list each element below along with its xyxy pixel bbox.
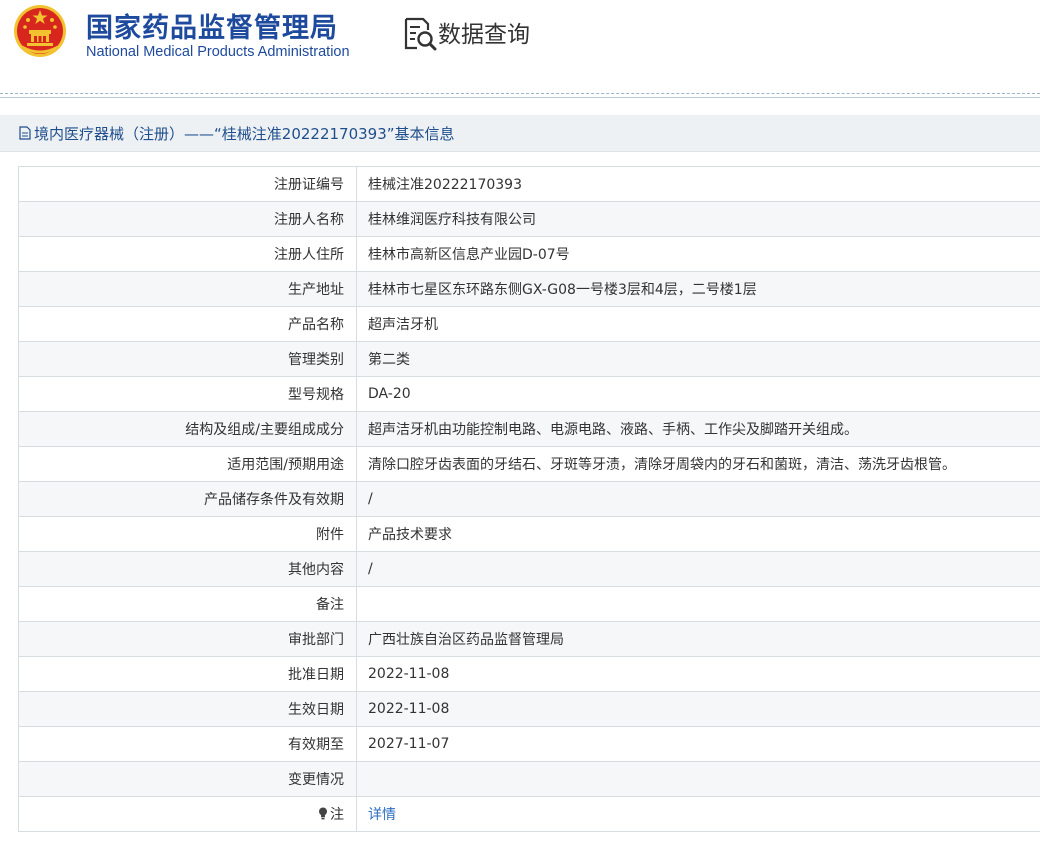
national-emblem-icon xyxy=(14,5,66,57)
row-label: 变更情况 xyxy=(18,761,357,797)
row-value: 桂林市高新区信息产业园D-07号 xyxy=(356,236,1040,272)
site-header: 国家药品监督管理局 National Medical Products Admi… xyxy=(0,0,1040,90)
table-row: 产品储存条件及有效期 / xyxy=(18,481,1040,517)
record-title: 境内医疗器械（注册）——“桂械注准20222170393”基本信息 xyxy=(34,125,455,143)
row-label: 生产地址 xyxy=(18,271,357,307)
row-value: 超声洁牙机 xyxy=(356,306,1040,342)
row-label: 注册人名称 xyxy=(18,201,357,237)
row-label: 批准日期 xyxy=(18,656,357,692)
table-row: 有效期至 2027-11-07 xyxy=(18,726,1040,762)
header-divider-dashed xyxy=(0,93,1040,94)
row-value: 清除口腔牙齿表面的牙结石、牙斑等牙渍，清除牙周袋内的牙石和菌斑，清洁、荡洗牙齿根… xyxy=(356,446,1040,482)
row-label: 有效期至 xyxy=(18,726,357,762)
table-row: 生产地址 桂林市七星区东环路东侧GX-G08一号楼3层和4层，二号楼1层 xyxy=(18,271,1040,307)
record-title-bar: 境内医疗器械（注册）——“桂械注准20222170393”基本信息 xyxy=(0,115,1040,152)
org-name-en: National Medical Products Administration xyxy=(86,44,350,60)
note-row: 注 详情 xyxy=(18,796,1040,832)
data-query-title: 数据查询 xyxy=(438,22,530,48)
table-row: 其他内容 / xyxy=(18,551,1040,587)
row-label: 备注 xyxy=(18,586,357,622)
row-value: / xyxy=(356,551,1040,587)
table-row: 注册证编号 桂械注准20222170393 xyxy=(18,166,1040,202)
table-row: 变更情况 xyxy=(18,761,1040,797)
row-value: DA-20 xyxy=(356,376,1040,412)
row-value xyxy=(356,586,1040,622)
table-row: 附件 产品技术要求 xyxy=(18,516,1040,552)
org-name-cn: 国家药品监督管理局 xyxy=(86,13,338,44)
row-value: 超声洁牙机由功能控制电路、电源电路、液路、手柄、工作尖及脚踏开关组成。 xyxy=(356,411,1040,447)
row-label: 结构及组成/主要组成成分 xyxy=(18,411,357,447)
row-value: 2022-11-08 xyxy=(356,691,1040,727)
row-label: 生效日期 xyxy=(18,691,357,727)
row-value: 2027-11-07 xyxy=(356,726,1040,762)
table-row: 型号规格 DA-20 xyxy=(18,376,1040,412)
row-label: 其他内容 xyxy=(18,551,357,587)
row-label: 注册证编号 xyxy=(18,166,357,202)
row-value: 桂林维润医疗科技有限公司 xyxy=(356,201,1040,237)
document-icon xyxy=(19,126,31,140)
row-label: 管理类别 xyxy=(18,341,357,377)
table-row: 生效日期 2022-11-08 xyxy=(18,691,1040,727)
table-row: 结构及组成/主要组成成分 超声洁牙机由功能控制电路、电源电路、液路、手柄、工作尖及… xyxy=(18,411,1040,447)
table-row: 适用范围/预期用途 清除口腔牙齿表面的牙结石、牙斑等牙渍，清除牙周袋内的牙石和菌斑… xyxy=(18,446,1040,482)
table-row: 注册人名称 桂林维润医疗科技有限公司 xyxy=(18,201,1040,237)
header-divider xyxy=(0,97,1040,98)
row-value: 桂林市七星区东环路东侧GX-G08一号楼3层和4层，二号楼1层 xyxy=(356,271,1040,307)
registration-info-table: 注册证编号 桂械注准20222170393 注册人名称 桂林维润医疗科技有限公司 注… xyxy=(18,166,1040,832)
table-row: 管理类别 第二类 xyxy=(18,341,1040,377)
table-row: 产品名称 超声洁牙机 xyxy=(18,306,1040,342)
note-value-cell: 详情 xyxy=(356,796,1040,832)
details-link[interactable]: 详情 xyxy=(368,807,396,823)
row-label: 注册人住所 xyxy=(18,236,357,272)
note-label: 注 xyxy=(330,807,344,823)
row-label: 适用范围/预期用途 xyxy=(18,446,357,482)
row-label: 型号规格 xyxy=(18,376,357,412)
document-search-icon xyxy=(404,17,437,51)
row-label: 附件 xyxy=(18,516,357,552)
row-label: 产品储存条件及有效期 xyxy=(18,481,357,517)
row-value: 第二类 xyxy=(356,341,1040,377)
row-value: / xyxy=(356,481,1040,517)
lightbulb-icon xyxy=(319,807,327,820)
note-label-cell: 注 xyxy=(18,796,357,832)
row-value: 2022-11-08 xyxy=(356,656,1040,692)
row-value: 广西壮族自治区药品监督管理局 xyxy=(356,621,1040,657)
table-row: 注册人住所 桂林市高新区信息产业园D-07号 xyxy=(18,236,1040,272)
row-value xyxy=(356,761,1040,797)
table-row: 批准日期 2022-11-08 xyxy=(18,656,1040,692)
row-label: 审批部门 xyxy=(18,621,357,657)
row-value: 桂械注准20222170393 xyxy=(356,166,1040,202)
table-row: 备注 xyxy=(18,586,1040,622)
row-label: 产品名称 xyxy=(18,306,357,342)
row-value: 产品技术要求 xyxy=(356,516,1040,552)
table-row: 审批部门 广西壮族自治区药品监督管理局 xyxy=(18,621,1040,657)
